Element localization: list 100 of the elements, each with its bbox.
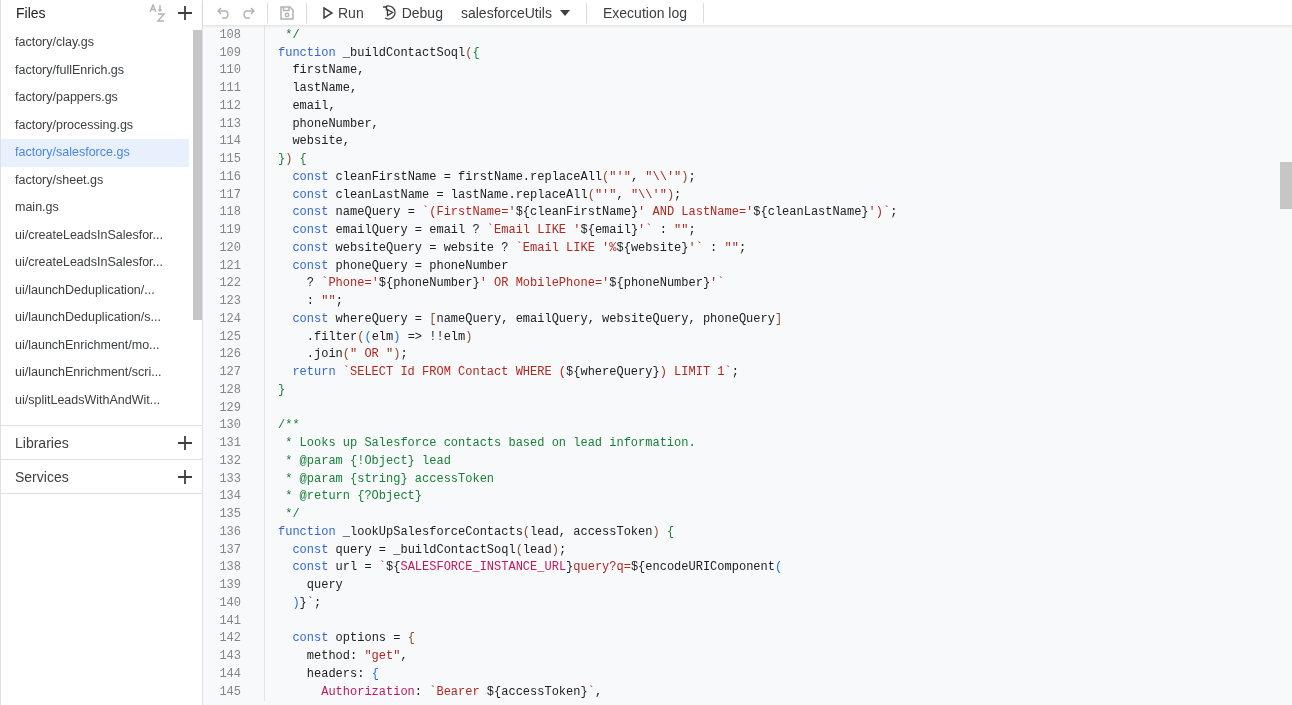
caret-icon — [560, 9, 570, 16]
code-line: : ""; — [305, 294, 343, 309]
code-line: phoneNumber, — [291, 116, 379, 131]
code-line: * @param {string} accessToken — [284, 471, 495, 486]
save-button[interactable] — [278, 3, 296, 22]
code-line: */ — [284, 27, 300, 42]
file-item[interactable]: factory/clay.gs — [1, 29, 189, 57]
code-line: function _lookUpSalesforceContacts(lead, accessToken) { — [278, 524, 675, 539]
line-number: 117 — [218, 187, 241, 202]
undo-icon — [217, 6, 231, 19]
code-line: )}`; — [291, 595, 322, 610]
code-line: function _buildContactSoql({ — [278, 45, 480, 60]
file-item[interactable]: factory/processing.gs — [1, 111, 189, 139]
plus-icon — [178, 469, 192, 484]
code-line: Authorization: `Bearer ${accessToken}`, — [320, 684, 603, 699]
line-number: 123 — [218, 294, 241, 309]
file-item[interactable]: ui/launchDeduplication/... — [1, 276, 189, 304]
file-item[interactable]: factory/sheet.gs — [1, 166, 189, 194]
line-number: 119 — [218, 223, 241, 238]
code-line: lastName, — [291, 81, 358, 96]
code-line: firstName, — [291, 63, 365, 78]
line-number: 140 — [218, 595, 241, 610]
line-number: 144 — [218, 666, 241, 681]
file-item[interactable]: ui/createLeadsInSalesfor... — [1, 221, 189, 249]
save-icon — [280, 5, 294, 20]
code-line: const cleanLastName = lastName.replaceAll("'", "\\'"); — [291, 187, 682, 202]
add-button[interactable] — [176, 467, 194, 486]
execution-log-button[interactable]: Execution log — [597, 2, 694, 23]
code-line: const phoneQuery = phoneNumber — [291, 258, 509, 273]
code-line: }) { — [278, 152, 307, 167]
line-number: 139 — [218, 578, 241, 593]
line-number: 136 — [218, 524, 241, 539]
line-number: 129 — [218, 400, 241, 415]
code-line: .join(" OR "); — [305, 347, 408, 362]
code-line: return `SELECT Id FROM Contact WHERE (${whereQuery}) LIMIT 1`; — [291, 365, 739, 380]
line-number: 143 — [218, 649, 241, 664]
line-number: 108 — [218, 27, 241, 42]
line-number: 125 — [218, 329, 241, 344]
play-icon — [323, 6, 333, 19]
line-number: 121 — [218, 258, 241, 273]
line-number: 111 — [218, 81, 241, 96]
sort-icon — [148, 3, 166, 22]
file-item[interactable]: factory/fullEnrich.gs — [1, 56, 189, 84]
code-line: const emailQuery = email ? `Email LIKE '${email}'` : ""; — [291, 223, 696, 238]
line-number: 142 — [218, 631, 241, 646]
code-line: const whereQuery = [nameQuery, emailQuery, websiteQuery, phoneQuery] — [291, 311, 783, 326]
code-line: email, — [291, 98, 336, 113]
file-item[interactable]: factory/pappers.gs — [1, 84, 189, 112]
line-number: 120 — [218, 240, 241, 255]
code-line: website, — [291, 134, 350, 149]
code-line: /** — [278, 418, 300, 433]
code-line: * @param {!Object} lead — [284, 453, 451, 468]
file-item[interactable]: ui/launchEnrichment/mo... — [1, 331, 189, 359]
code-line: const url = `${SALESFORCE_INSTANCE_URL}query?q=${encodeURIComponent( — [291, 560, 783, 575]
scrollbar-thumb[interactable] — [193, 30, 202, 320]
line-number: 109 — [218, 45, 241, 60]
file-item[interactable]: ui/launchEnrichment/scri... — [1, 359, 189, 387]
line-number: 135 — [218, 507, 241, 522]
file-item[interactable]: ui/createLeadsInSalesfor... — [1, 249, 189, 277]
line-number: 115 — [218, 152, 241, 167]
files-title: Files — [16, 4, 47, 21]
debug-button[interactable]: Debug — [375, 2, 449, 23]
line-number: 124 — [218, 311, 241, 326]
line-number: 137 — [218, 542, 241, 557]
sort-button[interactable] — [146, 1, 168, 24]
code-line: } — [278, 382, 286, 397]
line-number: 110 — [218, 63, 241, 78]
add-button[interactable] — [176, 433, 194, 452]
line-number: 113 — [218, 116, 241, 131]
line-number: 112 — [218, 98, 241, 113]
line-number: 132 — [218, 453, 241, 468]
line-number: 127 — [218, 365, 241, 380]
line-number: 134 — [218, 489, 241, 504]
section-label[interactable]: Libraries — [15, 434, 176, 451]
plus-icon — [178, 5, 192, 20]
code-line: const websiteQuery = website ? `Email LIKE '%${website}'` : ""; — [291, 240, 747, 255]
function-dropdown[interactable]: salesforceUtils — [454, 2, 576, 23]
file-item[interactable]: ui/splitLeadsWithAndWit... — [1, 386, 189, 414]
debug-icon — [381, 5, 397, 20]
run-button[interactable]: Run — [317, 2, 370, 23]
code-line: */ — [284, 507, 300, 522]
add-file-button[interactable] — [176, 3, 194, 22]
code-line: * @return {?Object} — [284, 489, 423, 504]
code-line: method: "get", — [305, 649, 408, 664]
redo-icon — [241, 6, 255, 19]
code-line: headers: { — [305, 666, 379, 681]
file-item[interactable]: ui/launchDeduplication/s... — [1, 304, 189, 332]
scrollbar-thumb[interactable] — [1280, 162, 1292, 209]
file-item[interactable]: main.gs — [1, 194, 189, 222]
code-line: const options = { — [291, 631, 415, 646]
line-number: 114 — [218, 134, 241, 149]
line-number: 116 — [218, 169, 241, 184]
line-number: 130 — [218, 418, 241, 433]
line-number: 122 — [218, 276, 241, 291]
code-line: * Looks up Salesforce contacts based on lead information. — [284, 436, 696, 451]
line-number: 131 — [218, 436, 241, 451]
line-number: 138 — [218, 560, 241, 575]
section-label[interactable]: Services — [15, 468, 176, 485]
code-line: const query = _buildContactSoql(lead); — [291, 542, 567, 557]
code-line: const cleanFirstName = firstName.replaceAll("'", "\\'"); — [291, 169, 696, 184]
